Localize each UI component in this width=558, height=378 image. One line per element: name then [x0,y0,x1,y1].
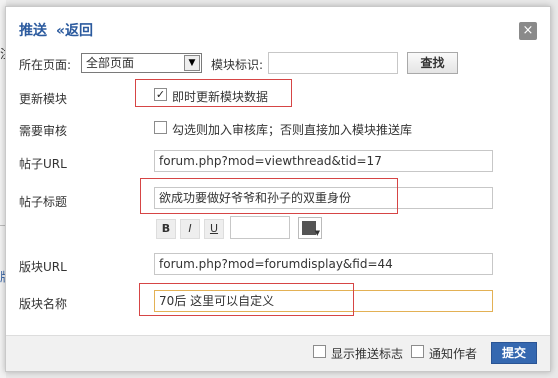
thread-url-label: 帖子URL [19,157,67,171]
forum-name-input[interactable]: 70后 这里可以自定义 [154,290,493,312]
show-push-mark-label: 显示推送标志 [331,347,404,361]
update-checkbox-label: 即时更新模块数据 [172,90,269,104]
dialog-title-bar: 推送 «返回 × [6,7,550,43]
review-label: 需要审核 [19,124,68,138]
color-value-input[interactable] [230,216,290,239]
close-icon[interactable]: × [519,22,537,40]
search-button[interactable]: 查找 [407,52,458,74]
notify-author-label: 通知作者 [429,347,478,361]
notify-author-checkbox[interactable] [411,345,424,358]
update-label: 更新模块 [19,92,68,106]
color-picker[interactable]: ▼ [298,217,322,239]
dialog-title: 推送 [19,23,47,39]
submit-button[interactable]: 提交 [491,342,537,364]
thread-title-label: 帖子标题 [19,195,68,209]
caret-down-icon: ▼ [314,229,320,237]
thread-url-input[interactable]: forum.php?mod=viewthread&tid=17 [154,150,493,172]
push-dialog: 推送 «返回 × 所在页面: 全部页面 ▼ 模块标识: 查找 更新模块 ✓ 即时… [5,6,551,372]
underline-button[interactable]: U [204,219,224,239]
module-id-input[interactable] [268,52,398,74]
update-checkbox[interactable]: ✓ [154,88,167,101]
show-push-mark-checkbox[interactable] [313,345,326,358]
italic-button[interactable]: I [180,219,200,239]
forum-url-input[interactable]: forum.php?mod=forumdisplay&fid=44 [154,253,493,275]
review-checkbox-label: 勾选则加入审核库；否则直接加入模块推送库 [172,123,413,137]
page-label: 所在页面: [19,58,72,72]
dialog-footer: 显示推送标志 通知作者 提交 [6,335,550,371]
back-link[interactable]: «返回 [56,20,93,40]
review-checkbox[interactable] [154,121,167,134]
forum-url-label: 版块URL [19,260,67,274]
page-select[interactable]: 全部页面 ▼ [81,53,202,73]
chevron-down-icon[interactable]: ▼ [184,55,200,71]
module-id-label: 模块标识: [211,58,264,72]
thread-title-input[interactable]: 欲成功要做好爷爷和孙子的双重身份 [154,187,493,209]
forum-name-label: 版块名称 [19,297,68,311]
bold-button[interactable]: B [156,219,176,239]
page-select-value: 全部页面 [86,56,135,70]
